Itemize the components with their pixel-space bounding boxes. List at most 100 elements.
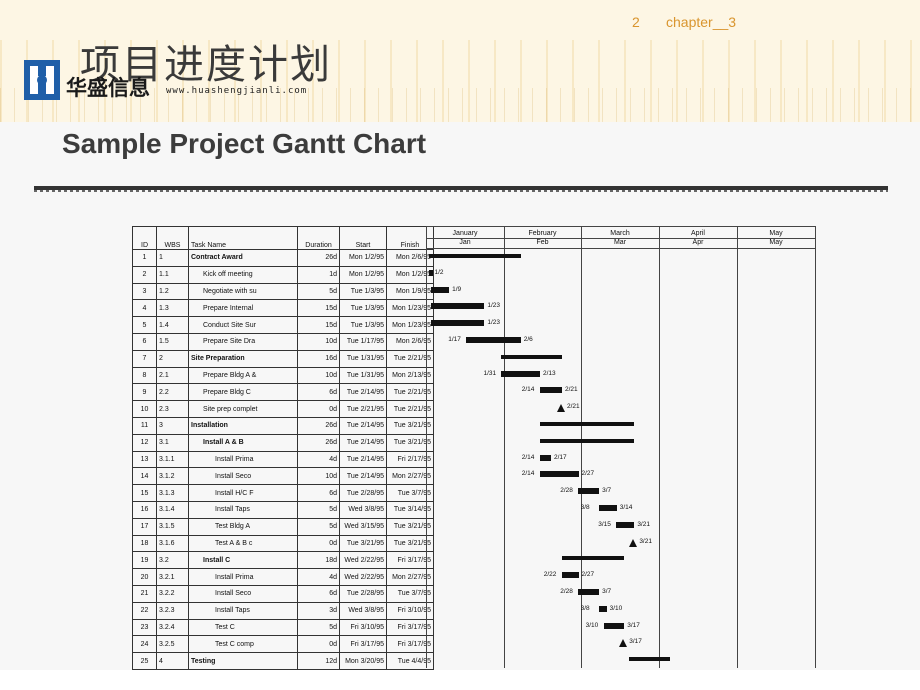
month-gridline (659, 226, 660, 668)
table-row: 6 1.5 Prepare Site Dra 10d Tue 1/17/95 Mon 2/… (132, 332, 434, 351)
cell-duration: 26d (297, 249, 340, 267)
cell-task-name: Install Prima (188, 450, 298, 469)
cell-start: Wed 2/22/95 (339, 551, 387, 570)
gantt-sheet: ID WBS Task Name Duration Start Finish 1… (132, 226, 820, 670)
task-bar (428, 269, 433, 276)
bar-date-label: 3/21 (637, 520, 650, 528)
task-bar (539, 387, 562, 394)
bar-date-label: 2/17 (554, 453, 567, 461)
col-header-id: ID (132, 226, 157, 250)
cell-duration: 0d (297, 635, 340, 654)
cell-start: Tue 2/21/95 (339, 400, 387, 418)
table-row: 21 3.2.2 Install Seco 6d Tue 2/28/95 Tue 3/7/… (132, 584, 434, 603)
cell-id: 20 (132, 568, 157, 586)
cell-duration: 4d (297, 568, 340, 586)
cell-wbs: 3.1.2 (156, 467, 189, 486)
cell-task-name: Install Seco (188, 584, 298, 603)
table-row: 4 1.3 Prepare Internal 15d Tue 1/3/95 Mon 1/2… (132, 299, 434, 318)
cell-task-name: Install A & B (188, 433, 298, 452)
bar-date-label: 3/7 (602, 588, 612, 595)
cell-duration: 26d (297, 433, 340, 452)
cell-duration: 12d (297, 652, 340, 670)
header-divider (426, 248, 816, 249)
cell-id: 4 (132, 299, 157, 318)
month-sub-label: Mar (613, 239, 627, 246)
cell-wbs: 1.3 (156, 299, 189, 318)
cell-task-name: Install C (188, 551, 298, 570)
cell-wbs: 3.2.2 (156, 584, 189, 603)
cell-duration: 10d (297, 332, 340, 351)
cell-duration: 10d (297, 467, 340, 486)
table-row: 23 3.2.4 Test C 5d Fri 3/10/95 Fri 3/17/95 (132, 618, 434, 637)
col-header-start: Start (339, 226, 387, 250)
month-label: January (452, 230, 478, 237)
summary-bar (501, 354, 562, 359)
cell-task-name: Test Bldg A (188, 517, 298, 536)
cell-start: Tue 2/28/95 (339, 584, 387, 603)
cell-start: Tue 1/3/95 (339, 282, 387, 301)
cell-duration: 5d (297, 618, 340, 637)
page-number: 2 (632, 14, 640, 30)
cell-wbs: 3.2.4 (156, 618, 189, 637)
cell-wbs: 1.1 (156, 265, 189, 284)
cell-wbs: 1.2 (156, 282, 189, 301)
title-rule-dashed (34, 190, 888, 192)
gantt-timeline: January Jan February Feb March Mar April Apr May… (426, 226, 820, 668)
cell-start: Tue 1/17/95 (339, 332, 387, 351)
company-name: 华盛信息 (66, 76, 150, 100)
bar-date-label: 2/14 (521, 386, 535, 394)
cell-task-name: Installation (188, 416, 298, 435)
month-label: February (528, 230, 557, 237)
cell-id: 23 (132, 618, 157, 637)
cell-id: 19 (132, 551, 157, 570)
document-title: Sample Project Gantt Chart (62, 128, 427, 159)
cell-task-name: Kick off meeting (188, 265, 298, 284)
bar-date-label: 3/8 (580, 504, 590, 511)
table-row: 16 3.1.4 Install Taps 5d Wed 3/8/95 Tue 3/14/… (132, 500, 434, 519)
table-row: 1 1 Contract Award 26d Mon 1/2/95 Mon 2/6/95 (132, 249, 434, 267)
cell-id: 16 (132, 500, 157, 519)
cell-wbs: 3.1 (156, 433, 189, 452)
task-bar (598, 605, 607, 612)
month-sub-label: Feb (536, 239, 549, 246)
cell-task-name: Negotiate with su (188, 282, 298, 301)
cell-id: 1 (132, 249, 157, 267)
task-bar (578, 488, 600, 495)
task-bar (539, 471, 579, 478)
cell-start: Tue 1/31/95 (339, 349, 387, 368)
cell-id: 22 (132, 601, 157, 620)
cell-duration: 5d (297, 282, 340, 301)
month-label: March (610, 230, 630, 237)
table-row: 20 3.2.1 Install Prima 4d Wed 2/22/95 Mon 2/2… (132, 568, 434, 586)
company-logo-icon (24, 60, 60, 100)
bar-date-label: 2/27 (581, 571, 595, 579)
cell-wbs: 3.2 (156, 551, 189, 570)
bar-date-label: 2/22 (543, 571, 557, 579)
table-row: 12 3.1 Install A & B 26d Tue 2/14/95 Tue 3/21… (132, 433, 434, 452)
cell-wbs: 3.1.6 (156, 534, 189, 553)
milestone-marker (557, 404, 565, 413)
milestone-marker (629, 538, 638, 547)
cell-task-name: Site Preparation (188, 349, 298, 368)
cell-task-name: Testing (188, 652, 298, 670)
cell-wbs: 3.1.1 (156, 450, 189, 469)
table-header-row: ID WBS Task Name Duration Start Finish (132, 226, 434, 250)
table-row: 17 3.1.5 Test Bldg A 5d Wed 3/15/95 Tue 3/21/… (132, 517, 434, 536)
chapter-label: chapter__3 (666, 14, 737, 30)
header-divider (426, 238, 816, 239)
cell-id: 5 (132, 316, 157, 334)
bar-date-label: 2/28 (560, 588, 573, 595)
bar-date-label: 3/21 (639, 537, 652, 545)
cell-wbs: 1.5 (156, 332, 189, 351)
cell-task-name: Install Taps (188, 601, 298, 620)
cell-id: 14 (132, 467, 157, 486)
cell-start: Tue 2/14/95 (339, 383, 387, 402)
table-row: 18 3.1.6 Test A & B c 0d Tue 3/21/95 Tue 3/21… (132, 534, 434, 553)
cell-duration: 1d (297, 265, 340, 284)
table-row: 2 1.1 Kick off meeting 1d Mon 1/2/95 Mon 1/2/… (132, 265, 434, 284)
bar-date-label: 3/10 (585, 621, 599, 629)
cell-wbs: 4 (156, 652, 189, 670)
cell-task-name: Contract Award (188, 249, 298, 267)
task-bar (598, 505, 617, 511)
cell-start: Tue 2/14/95 (339, 450, 387, 469)
